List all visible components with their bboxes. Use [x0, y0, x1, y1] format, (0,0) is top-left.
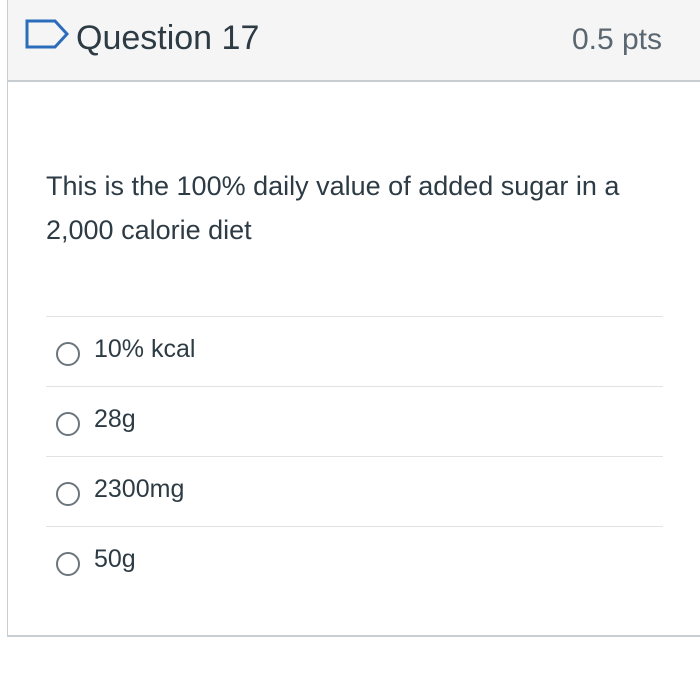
flag-icon[interactable] — [23, 18, 71, 50]
radio-button[interactable] — [56, 412, 80, 436]
question-card: Question 17 0.5 pts This is the 100% dai… — [7, 0, 700, 637]
answer-option[interactable]: 50g — [46, 526, 663, 596]
radio-button[interactable] — [56, 552, 80, 576]
radio-button[interactable] — [56, 342, 80, 366]
question-text: This is the 100% daily value of added su… — [46, 171, 620, 245]
answer-list: 10% kcal 28g 2300mg 50g — [46, 316, 663, 596]
answer-option[interactable]: 10% kcal — [46, 316, 663, 386]
answer-option[interactable]: 2300mg — [46, 456, 663, 526]
answer-label[interactable]: 2300mg — [94, 475, 184, 504]
answer-label[interactable]: 28g — [94, 405, 136, 434]
question-title: Question 17 — [76, 19, 260, 57]
answer-label[interactable]: 50g — [94, 545, 136, 574]
question-points: 0.5 pts — [571, 23, 662, 56]
question-header: Question 17 0.5 pts — [8, 0, 700, 82]
answer-option[interactable]: 28g — [46, 386, 663, 456]
radio-button[interactable] — [56, 482, 80, 506]
answer-label[interactable]: 10% kcal — [94, 335, 195, 364]
